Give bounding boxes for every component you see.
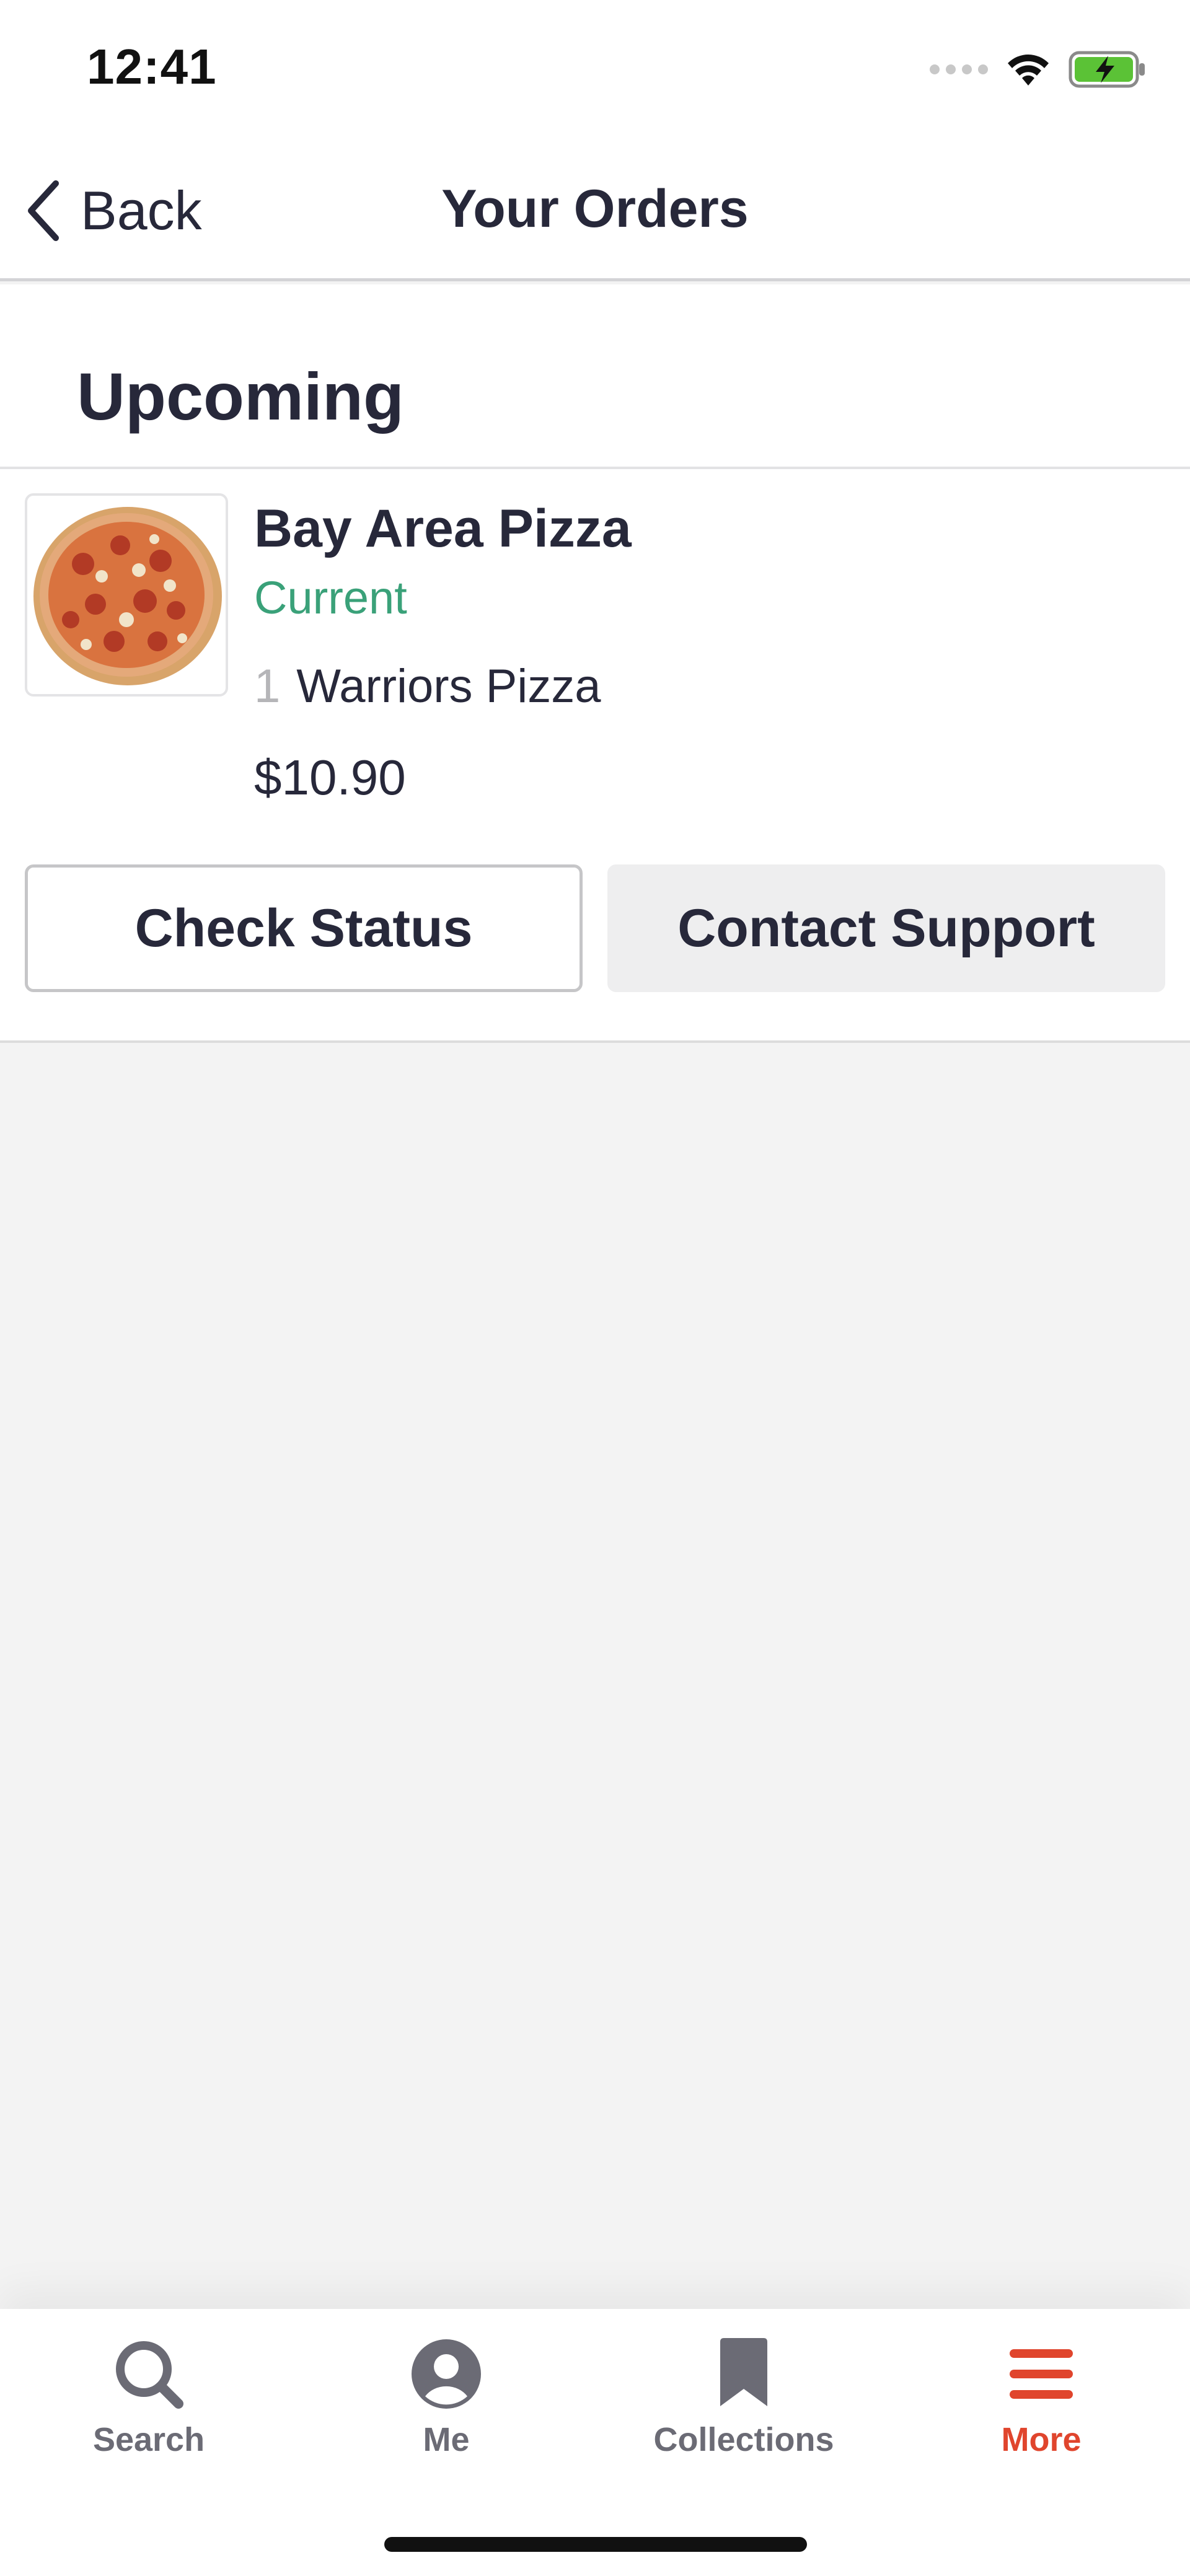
restaurant-name[interactable]: Bay Area Pizza [254,498,632,560]
status-time: 12:41 [87,39,217,94]
pizza-image[interactable] [25,493,228,697]
tab-label: Collections [653,2421,834,2458]
tab-collections[interactable]: Collections [595,2334,892,2482]
item-name: Warriors Pizza [296,660,601,713]
pizza-icon [33,507,222,685]
tab-label: More [1001,2421,1082,2458]
section-header: Upcoming [0,284,1190,469]
page-title: Your Orders [441,179,749,239]
nav-bar: Back Your Orders [0,143,1190,281]
tab-search[interactable]: Search [0,2334,298,2482]
tab-me[interactable]: Me [298,2334,595,2482]
battery-charging-icon [1069,51,1145,88]
search-icon [112,2334,186,2414]
check-status-button[interactable]: Check Status [25,864,583,992]
orders-content: Upcoming Bay Area Pizza Current 1 Warrio… [0,284,1190,1043]
tab-more[interactable]: More [892,2334,1190,2482]
section-title: Upcoming [77,359,404,434]
signal-dots-icon [930,64,988,74]
wifi-icon [1008,55,1049,86]
order-item: 1 Warriors Pizza [254,659,601,713]
tab-label: Me [423,2421,470,2458]
tab-bar: Search Me Collections More [0,2309,1190,2576]
order-price: $10.90 [254,750,406,805]
menu-icon [1007,2334,1075,2414]
contact-support-button[interactable]: Contact Support [607,864,1165,992]
status-bar: 12:41 [0,0,1190,143]
tab-label: Search [92,2421,205,2458]
home-indicator[interactable] [384,2537,807,2552]
bookmark-icon [713,2334,775,2414]
user-icon [409,2334,483,2414]
item-quantity: 1 [254,660,281,713]
status-icons [930,51,1147,88]
order-status: Current [254,572,407,623]
